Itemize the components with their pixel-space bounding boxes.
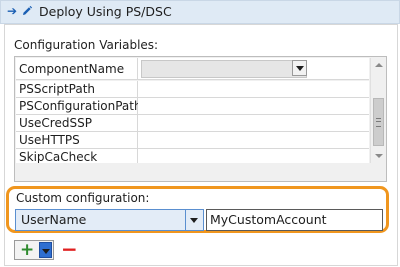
chevron-up-icon	[375, 63, 383, 67]
component-name-dropdown[interactable]	[141, 60, 307, 78]
grip-icon	[376, 118, 381, 127]
scroll-thumb[interactable]	[373, 98, 384, 146]
chevron-down-icon	[296, 66, 304, 71]
grid-row-value[interactable]	[138, 149, 369, 163]
grid-row-name: PSConfigurationPath	[16, 98, 142, 115]
remove-button[interactable]: −	[61, 239, 78, 260]
chevron-down-icon	[42, 249, 50, 254]
config-variables-grid: ComponentName PSScriptPath PSConfigurati…	[14, 56, 387, 182]
grid-row[interactable]: UseCredSSP	[16, 115, 369, 132]
chevron-down-icon	[375, 154, 383, 158]
chevron-down-icon	[190, 218, 198, 223]
grid-row-value[interactable]	[138, 98, 369, 115]
custom-configuration-label: Custom configuration:	[16, 191, 150, 205]
plus-icon: +	[20, 240, 35, 260]
dropdown-button[interactable]	[292, 60, 307, 76]
grid-row-value[interactable]	[138, 58, 369, 80]
add-button[interactable]: +	[14, 240, 54, 260]
add-dropdown-button[interactable]	[39, 242, 52, 258]
custom-value-text: MyCustomAccount	[210, 212, 327, 227]
grid-row-name: PSScriptPath	[16, 81, 138, 98]
dropdown-button[interactable]	[185, 210, 203, 230]
panel-header[interactable]: ➔ Deploy Using PS/DSC	[0, 0, 400, 24]
custom-variable-selected: UserName	[21, 212, 87, 227]
grid-row-value[interactable]	[138, 132, 369, 149]
grid-row-name: ComponentName	[16, 58, 138, 80]
grid-row-name: SkipCaCheck	[16, 149, 138, 163]
grid-row[interactable]: UseHTTPS	[16, 132, 369, 149]
scroll-up-button[interactable]	[371, 58, 386, 72]
panel-title: Deploy Using PS/DSC	[39, 4, 172, 19]
grid-row-name: UseCredSSP	[16, 115, 138, 132]
vertical-scrollbar[interactable]	[370, 58, 386, 163]
arrow-right-icon: ➔	[7, 4, 18, 18]
horizontal-scroll-area	[16, 163, 385, 180]
deploy-panel: ➔ Deploy Using PS/DSC Configuration Vari…	[0, 0, 400, 267]
grid-row-value[interactable]	[138, 81, 369, 98]
grid-row-name: UseHTTPS	[16, 132, 138, 149]
grid-row-value[interactable]	[138, 115, 369, 132]
config-variables-label: Configuration Variables:	[14, 38, 159, 52]
scroll-down-button[interactable]	[371, 149, 386, 163]
grid-row[interactable]: PSScriptPath	[16, 81, 369, 98]
grid-row[interactable]: SkipCaCheck	[16, 149, 369, 163]
custom-variable-dropdown[interactable]: UserName	[15, 209, 204, 231]
pencil-icon	[23, 5, 33, 15]
grid-row[interactable]: PSConfigurationPath	[16, 98, 369, 115]
custom-value-input[interactable]: MyCustomAccount	[206, 209, 383, 231]
grid-row[interactable]: ComponentName	[16, 58, 369, 80]
